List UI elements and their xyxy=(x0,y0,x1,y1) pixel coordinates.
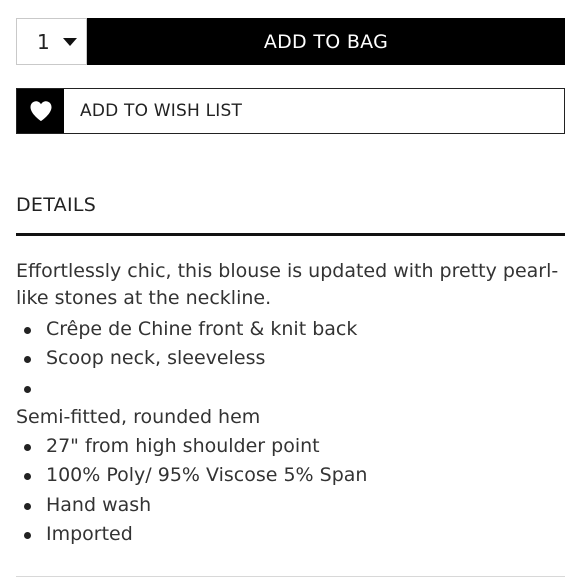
add-to-bag-label: ADD TO BAG xyxy=(263,30,389,53)
list-item: Crêpe de Chine front & knit back xyxy=(16,314,357,343)
list-item-text: Imported xyxy=(46,522,133,545)
bullet-icon xyxy=(24,443,31,451)
bullet-icon xyxy=(24,472,31,480)
list-item-text: Crêpe de Chine front & knit back xyxy=(46,317,358,340)
list-item-text: 27" from high shoulder point xyxy=(46,434,320,457)
list-item-text: Hand wash xyxy=(46,493,152,516)
list-item: Hand wash xyxy=(16,490,151,519)
bullet-icon xyxy=(24,355,31,363)
list-item-text: 100% Poly/ 95% Viscose 5% Span xyxy=(46,463,368,486)
list-item: 27" from high shoulder point xyxy=(16,431,320,460)
product-description: Effortlessly chic, this blouse is update… xyxy=(16,260,559,309)
bullet-icon xyxy=(24,531,31,539)
list-item: Imported xyxy=(16,519,133,548)
list-item xyxy=(16,373,46,402)
quantity-value: 1 xyxy=(37,29,50,54)
details-divider xyxy=(16,233,565,236)
list-item: Scoop neck, sleeveless xyxy=(16,343,265,372)
bullet-icon xyxy=(24,326,31,334)
wish-icon-box xyxy=(17,89,64,133)
details-heading[interactable]: DETAILS xyxy=(16,194,96,216)
list-item-text: Semi-fitted, rounded hem xyxy=(16,405,261,428)
heart-icon xyxy=(30,101,51,121)
caret-down-icon xyxy=(63,38,77,46)
add-to-bag-button[interactable]: ADD TO BAG xyxy=(87,18,565,65)
add-to-wish-list-button[interactable]: ADD TO WISH LIST xyxy=(16,88,565,134)
bullet-icon xyxy=(24,385,31,393)
list-item: 100% Poly/ 95% Viscose 5% Span xyxy=(16,460,367,489)
quantity-select[interactable]: 1 xyxy=(16,18,87,65)
bullet-icon xyxy=(24,502,31,510)
section-divider xyxy=(16,576,565,577)
add-to-wish-list-label: ADD TO WISH LIST xyxy=(80,101,243,121)
list-item-text: Scoop neck, sleeveless xyxy=(46,346,266,369)
